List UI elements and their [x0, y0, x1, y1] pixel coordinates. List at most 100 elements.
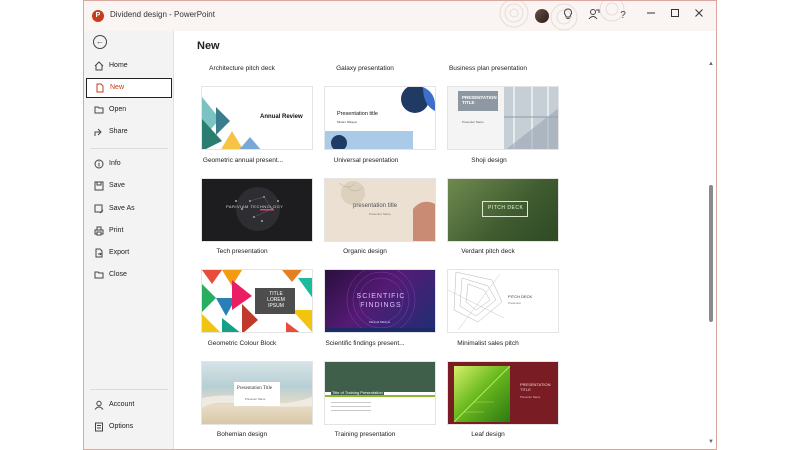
sidebar-item-label: Info	[109, 160, 121, 167]
feedback-icon[interactable]	[586, 8, 602, 24]
sidebar-item-label: Account	[109, 401, 135, 408]
sidebar-item-label: Export	[109, 249, 130, 256]
sidebar-item-share[interactable]: Share	[86, 123, 172, 143]
template-thumbnail-organic[interactable]: presentation title Presenter Name	[324, 178, 436, 242]
save-icon	[93, 181, 105, 193]
template-thumbnail-minimalist[interactable]: PITCH DECK Presenter	[447, 269, 559, 333]
template-caption[interactable]: Training presentation	[295, 431, 435, 438]
sidebar-item-label: Open	[109, 106, 127, 113]
new-template-gallery: New Architecture pitch deck Galaxy prese…	[172, 31, 716, 449]
sidebar-item-home[interactable]: Home	[86, 57, 172, 77]
template-thumbnail-geometric-colour[interactable]: TITLE LOREM IPSUM	[201, 269, 313, 333]
lightbulb-icon[interactable]	[560, 8, 576, 24]
thumbnail-subtitle: Mikayel Mikayel	[369, 320, 391, 324]
template-caption[interactable]: Organic design	[295, 248, 435, 255]
back-arrow-icon[interactable]: ←	[93, 35, 107, 49]
template-caption[interactable]: Business plan presentation	[418, 65, 558, 72]
thumbnail-subtitle: Presenter Name	[245, 397, 266, 401]
sidebar-item-label: Share	[109, 128, 128, 135]
vertical-scrollbar[interactable]: ▲ ▼	[706, 61, 716, 446]
thumbnail-subtitle: Presenter Name	[520, 395, 541, 399]
template-caption[interactable]: Verdant pitch deck	[418, 248, 558, 255]
template-thumbnail-training[interactable]: Title of Training Presentation	[324, 361, 436, 425]
training-header-band	[325, 362, 435, 392]
sidebar-item-export[interactable]: Export	[86, 244, 172, 264]
template-caption[interactable]: Minimalist sales pitch	[418, 340, 558, 347]
thumbnail-title: PITCH DECK	[508, 294, 533, 299]
sidebar-item-label: Close	[109, 271, 127, 278]
training-accent-line	[325, 395, 435, 397]
template-thumbnail-scientific[interactable]: SCIENTIFIC FINDINGS Mikayel Mikayel	[324, 269, 436, 333]
template-caption[interactable]: Scientific findings present...	[295, 340, 435, 347]
close-file-icon	[93, 270, 105, 282]
thumbnail-title: TITLE LOREM IPSUM	[267, 291, 285, 309]
minimize-icon[interactable]	[643, 8, 659, 24]
powerpoint-app-icon: P	[92, 10, 104, 22]
print-icon	[93, 226, 105, 238]
template-caption[interactable]: Galaxy presentation	[295, 65, 435, 72]
user-avatar[interactable]	[535, 9, 549, 23]
new-file-icon	[94, 83, 106, 95]
thumbnail-title: PRESENTATION TITLE	[462, 95, 497, 105]
template-caption[interactable]: Bohemian design	[172, 431, 312, 438]
sidebar-item-open[interactable]: Open	[86, 101, 172, 121]
home-icon	[93, 61, 105, 73]
sidebar-item-label: Print	[109, 227, 124, 234]
sidebar-item-label: Save As	[109, 205, 135, 212]
backstage-sidebar: ← Home New Open Share Info Save Save As …	[84, 31, 174, 449]
title-bar: P Dividend design - PowerPoint ?	[84, 1, 716, 31]
thumbnail-title: Title of Training Presentation	[331, 390, 384, 395]
sidebar-item-save[interactable]: Save	[86, 177, 172, 197]
close-icon[interactable]	[691, 8, 707, 24]
thumbnail-title: presentation title	[353, 203, 398, 209]
share-icon	[93, 127, 105, 139]
thumbnail-title: PITCH DECK	[488, 205, 524, 211]
template-thumbnail-verdant[interactable]: PITCH DECK	[447, 178, 559, 242]
sidebar-item-label: Save	[109, 182, 125, 189]
thumbnail-title: SCIENTIFIC FINDINGS	[356, 293, 406, 309]
thumbnail-title: PRESENTATION TITLE	[520, 382, 551, 392]
template-thumbnail-bohemian[interactable]: Presentation Title Presenter Name	[201, 361, 313, 425]
sidebar-item-info[interactable]: Info	[86, 155, 172, 175]
scroll-up-arrow-icon[interactable]: ▲	[708, 61, 714, 67]
sidebar-item-options[interactable]: Options	[86, 418, 172, 438]
page-title: New	[197, 40, 220, 52]
sidebar-item-close[interactable]: Close	[86, 266, 172, 286]
maximize-icon[interactable]	[667, 8, 683, 24]
window-title: Dividend design - PowerPoint	[110, 10, 215, 19]
template-caption[interactable]: Shoji design	[419, 157, 559, 164]
sidebar-item-save-as[interactable]: Save As	[86, 200, 172, 220]
template-thumbnail-shoji[interactable]: PRESENTATION TITLE Presenter Name	[447, 86, 559, 150]
sidebar-item-new[interactable]: New	[86, 78, 172, 98]
scroll-down-arrow-icon[interactable]: ▼	[708, 439, 714, 445]
template-thumbnail-universal[interactable]: Presentation title Miriam Mikayel	[324, 86, 436, 150]
template-thumbnail-tech[interactable]: PARIVIAM TECHNOLOGY	[201, 178, 313, 242]
sidebar-divider	[90, 148, 168, 149]
template-thumbnail-geometric-annual[interactable]: Annual Review	[201, 86, 313, 150]
thumbnail-title: Annual Review	[260, 114, 303, 120]
template-thumbnail-leaf[interactable]: PRESENTATION TITLE Presenter Name	[447, 361, 559, 425]
thumbnail-title: Presentation Title	[237, 386, 273, 391]
sidebar-item-label: Home	[109, 62, 128, 69]
template-caption[interactable]: Universal presentation	[296, 157, 436, 164]
sidebar-item-label: Options	[109, 423, 134, 430]
info-icon	[93, 159, 105, 171]
sidebar-item-account[interactable]: Account	[86, 396, 172, 416]
export-icon	[93, 248, 105, 260]
sidebar-divider	[90, 389, 168, 390]
powerpoint-window: P Dividend design - PowerPoint ? ← Home …	[83, 0, 717, 450]
training-body-lines	[331, 402, 371, 403]
scrollbar-thumb[interactable]	[709, 185, 713, 322]
thumbnail-title: PARIVIAM TECHNOLOGY	[226, 204, 284, 209]
template-caption[interactable]: Geometric Colour Block	[172, 340, 312, 347]
template-caption[interactable]: Tech presentation	[172, 248, 312, 255]
template-caption[interactable]: Geometric annual present...	[173, 157, 313, 164]
sidebar-item-label: New	[110, 84, 125, 91]
template-caption[interactable]: Architecture pitch deck	[172, 65, 312, 72]
sidebar-item-print[interactable]: Print	[86, 222, 172, 242]
template-caption[interactable]: Leaf design	[418, 431, 558, 438]
folder-open-icon	[93, 105, 105, 117]
thumbnail-subtitle: Presenter	[508, 301, 522, 305]
help-icon[interactable]: ?	[615, 8, 631, 24]
account-icon	[93, 400, 105, 412]
